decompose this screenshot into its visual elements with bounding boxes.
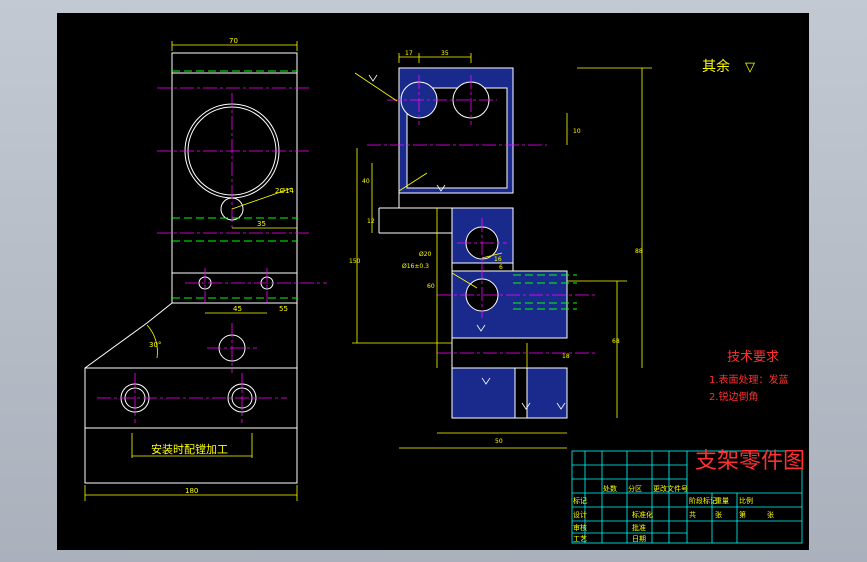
- tb-label-4: 重量: [715, 497, 729, 505]
- dim-50: 50: [495, 438, 503, 445]
- tb-label-6: 共: [689, 510, 696, 519]
- machining-note: 安装时配镗加工: [151, 442, 228, 456]
- tb-row-1: 标记: [573, 496, 587, 505]
- dim-16: 16: [494, 256, 502, 263]
- dim-40: 40: [362, 178, 370, 185]
- right-view: [378, 67, 568, 419]
- tb-row-4: 工艺: [573, 535, 587, 543]
- dim-18: 18: [562, 353, 570, 360]
- dim-60: 60: [427, 283, 435, 290]
- dim-6: 6: [499, 264, 503, 271]
- tb-row-3: 审核: [573, 523, 587, 532]
- tb-label-7: 张: [715, 510, 722, 519]
- dim-35: 35: [441, 50, 449, 57]
- dim-d1: 35: [257, 220, 266, 228]
- dim-diameter: Ø16±0.3: [402, 263, 429, 270]
- dim-hole-right: Ø20: [419, 251, 432, 258]
- tb-label-5: 比例: [739, 496, 753, 505]
- tb-label-1: 标准化: [632, 510, 653, 519]
- dim-d3: 55: [279, 305, 288, 313]
- tb-label-3: 阶段标记: [689, 496, 717, 505]
- dim-bottom-width: 180: [185, 487, 198, 495]
- tech-req-item-1: 1.表面处理：发蓝: [709, 373, 789, 386]
- drawing-sheet: 70 180 2Ø14 30° 35 45 55 安装时配镗加工 17 35 1…: [57, 13, 809, 550]
- tb-col-3: 更改文件号: [653, 484, 688, 493]
- dim-12: 12: [367, 218, 375, 225]
- left-center-lines: [97, 87, 327, 423]
- tb-label-2: 批准: [632, 523, 646, 532]
- dim-150: 150: [349, 258, 361, 265]
- dim-88: 88: [635, 248, 643, 255]
- dim-top-width: 70: [229, 37, 238, 45]
- left-view: [84, 52, 298, 484]
- tb-label-8: 第: [739, 510, 746, 519]
- tech-req-heading: 技术要求: [727, 350, 779, 365]
- tb-col-2: 分区: [628, 484, 642, 493]
- drawing-canvas: 70 180 2Ø14 30° 35 45 55 安装时配镗加工 17 35 1…: [84, 37, 805, 544]
- tb-row-2: 设计: [573, 510, 587, 519]
- left-hidden-lines: [172, 70, 297, 299]
- tb-label-10: 日期: [632, 535, 646, 543]
- dim-hole-left: 2Ø14: [275, 187, 294, 195]
- dim-17: 17: [405, 50, 413, 57]
- tb-col-1: 处数: [603, 484, 617, 493]
- roughness-symbol: ▽: [745, 60, 755, 75]
- left-dimension-text: 70 180 2Ø14 30° 35 45 55: [149, 37, 294, 495]
- dim-angle: 30°: [149, 341, 161, 349]
- dim-68: 68: [612, 338, 620, 345]
- dim-10: 10: [573, 128, 581, 135]
- tech-req-item-2: 2.锐边倒角: [709, 390, 759, 403]
- surface-note: 其余: [702, 58, 730, 75]
- left-dimension-lines: [84, 41, 298, 501]
- tb-label-9: 张: [767, 510, 774, 519]
- drawing-title: 支架零件图: [695, 449, 805, 474]
- dim-d2: 45: [233, 305, 242, 313]
